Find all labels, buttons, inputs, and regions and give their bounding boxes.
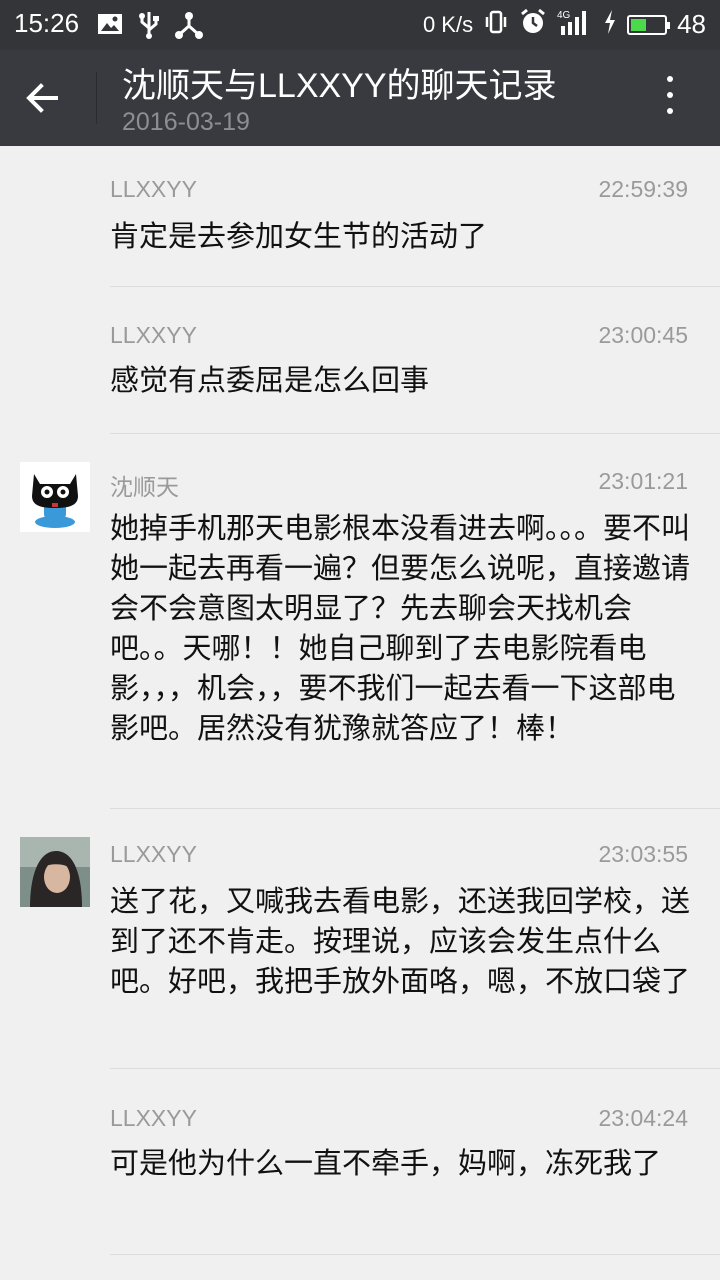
chat-history-header: 沈顺天与LLXXYY的聊天记录 2016-03-19 bbox=[0, 50, 720, 146]
more-options-button[interactable] bbox=[658, 76, 682, 120]
message-text: 送了花，又喊我去看电影，还送我回学校，送到了还不肯走。按理说，应该会发生点什么吧… bbox=[110, 884, 691, 998]
message-item[interactable]: LLXXYY 22:59:39 肯定是去参加女生节的活动了 bbox=[0, 146, 720, 288]
battery-level-fill bbox=[631, 18, 647, 31]
message-sender: LLXXYY bbox=[110, 322, 197, 348]
message-sender: LLXXYY bbox=[110, 176, 197, 202]
alarm-icon bbox=[519, 8, 547, 41]
message-sender: 沈顺天 bbox=[110, 474, 179, 500]
image-icon bbox=[96, 10, 124, 44]
arrow-left-icon bbox=[26, 83, 58, 113]
message-time: 23:01:21 bbox=[598, 468, 688, 494]
signal-label: 4G bbox=[557, 10, 571, 21]
usb-icon bbox=[136, 10, 162, 44]
message-sender: LLXXYY bbox=[110, 1105, 197, 1131]
status-bar: 15:26 0 K/s 4G 48 bbox=[0, 0, 720, 50]
charging-icon bbox=[603, 9, 617, 40]
status-time: 15:26 bbox=[14, 8, 80, 38]
message-item[interactable]: LLXXYY 23:00:45 感觉有点委屈是怎么回事 bbox=[0, 288, 720, 434]
message-item[interactable]: 沈顺天 23:01:21 她掉手机那天电影根本没看进去啊。。。要不叫她一起去再看… bbox=[0, 434, 720, 809]
battery-icon bbox=[627, 14, 671, 35]
battery-percent: 48 bbox=[677, 9, 706, 39]
more-vertical-icon bbox=[658, 76, 682, 114]
message-time: 23:00:45 bbox=[598, 322, 688, 348]
share-network-icon bbox=[174, 10, 204, 44]
photo-avatar bbox=[20, 837, 90, 907]
signal-icon: 4G bbox=[557, 8, 593, 41]
message-time: 22:59:39 bbox=[598, 176, 688, 202]
octocat-avatar bbox=[20, 462, 90, 532]
header-divider bbox=[96, 72, 97, 124]
back-button[interactable] bbox=[22, 72, 78, 124]
message-divider bbox=[110, 1254, 720, 1255]
message-text: 可是他为什么一直不牵手，妈啊，冻死我了 bbox=[110, 1146, 662, 1180]
message-time: 23:04:24 bbox=[598, 1105, 688, 1131]
message-text: 她掉手机那天电影根本没看进去啊。。。要不叫她一起去再看一遍？但要怎么说呢，直接邀… bbox=[110, 511, 691, 745]
message-item[interactable]: LLXXYY 23:04:24 可是他为什么一直不牵手，妈啊，冻死我了 bbox=[0, 1069, 720, 1255]
message-divider bbox=[110, 286, 720, 287]
page-subtitle-date: 2016-03-19 bbox=[122, 108, 250, 136]
vibrate-icon bbox=[483, 9, 509, 40]
network-speed: 0 K/s bbox=[422, 11, 474, 37]
message-item[interactable]: LLXXYY 23:03:55 送了花，又喊我去看电影，还送我回学校，送到了还不… bbox=[0, 809, 720, 1069]
message-sender: LLXXYY bbox=[110, 841, 197, 867]
message-text: 肯定是去参加女生节的活动了 bbox=[110, 219, 488, 253]
page-title: 沈顺天与LLXXYY的聊天记录 bbox=[122, 67, 557, 105]
message-text: 感觉有点委屈是怎么回事 bbox=[110, 363, 430, 397]
message-time: 23:03:55 bbox=[598, 841, 688, 867]
